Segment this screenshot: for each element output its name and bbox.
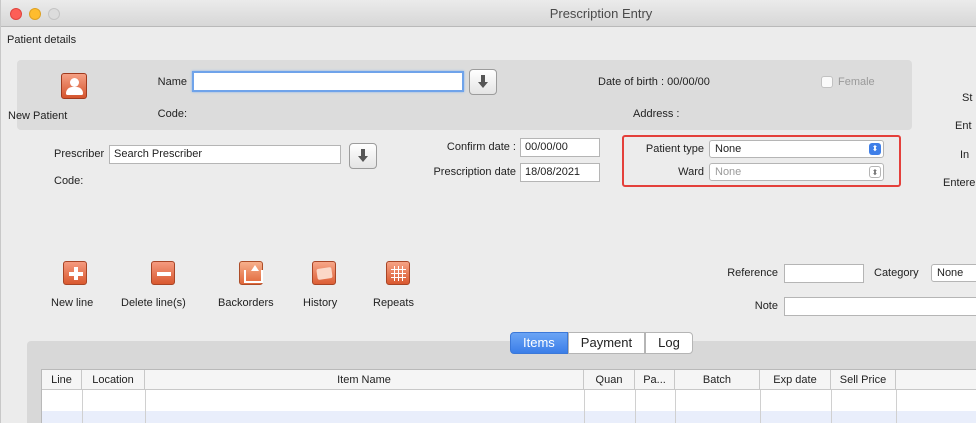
reference-input[interactable]	[784, 264, 864, 283]
patient-type-value: None	[715, 143, 742, 155]
select-arrows-icon: ⬍	[869, 166, 881, 178]
prescription-date-input[interactable]: 18/08/2021	[520, 163, 600, 182]
patient-code-label: Code:	[157, 108, 187, 120]
down-arrow-icon	[478, 75, 488, 89]
patient-search-button[interactable]	[469, 69, 497, 95]
entry-label-fragment: Ent	[955, 120, 972, 132]
prescription-date-label: Prescription date	[433, 166, 516, 178]
column-header-sell-price[interactable]: Sell Price	[831, 370, 896, 390]
address-label: Address :	[633, 108, 680, 120]
note-label: Note	[754, 300, 778, 312]
ward-label: Ward	[678, 166, 704, 178]
female-checkbox[interactable]	[821, 76, 833, 88]
confirm-date-input[interactable]: 00/00/00	[520, 138, 600, 157]
category-label: Category	[874, 267, 919, 279]
repeats-label[interactable]: Repeats	[373, 297, 414, 309]
category-select[interactable]: None	[931, 264, 976, 282]
status-label-fragment: St	[962, 92, 973, 104]
patient-type-label: Patient type	[645, 143, 704, 155]
backorders-icon[interactable]	[239, 261, 263, 285]
backorders-label[interactable]: Backorders	[218, 297, 274, 309]
note-input[interactable]	[784, 297, 976, 316]
tab-items[interactable]: Items	[510, 332, 568, 354]
reference-label: Reference	[727, 267, 778, 279]
confirm-date-label: Confirm date :	[446, 141, 516, 153]
prescriber-code-label: Code:	[54, 175, 84, 187]
tab-log[interactable]: Log	[645, 332, 693, 354]
column-header-exp-date[interactable]: Exp date	[760, 370, 831, 390]
table-row[interactable]	[42, 411, 976, 423]
patient-details-label: Patient details	[7, 34, 77, 46]
prescriber-input[interactable]: Search Prescriber	[109, 145, 341, 164]
prescription-entry-window: Prescription Entry Patient details New P…	[0, 0, 976, 423]
entered-by-label-fragment: Entere	[943, 177, 976, 189]
items-table: Line Location Item Name Quan Pa... Batch…	[41, 369, 976, 423]
column-header-line[interactable]: Line	[42, 370, 82, 390]
patient-type-select[interactable]: None ⬍	[709, 140, 884, 158]
title-bar: Prescription Entry	[1, 0, 976, 27]
patient-name-label: Name	[157, 76, 187, 88]
column-header-quantity[interactable]: Quan	[584, 370, 635, 390]
new-line-icon[interactable]	[63, 261, 87, 285]
new-patient-icon[interactable]	[61, 73, 87, 99]
column-header-location[interactable]: Location	[82, 370, 145, 390]
window-title: Prescription Entry	[549, 6, 653, 21]
column-header-pack[interactable]: Pa...	[635, 370, 675, 390]
new-line-label[interactable]: New line	[51, 297, 93, 309]
history-icon[interactable]	[312, 261, 336, 285]
table-header: Line Location Item Name Quan Pa... Batch…	[42, 370, 976, 390]
delete-lines-label[interactable]: Delete line(s)	[121, 297, 186, 309]
column-header-batch[interactable]: Batch	[675, 370, 760, 390]
category-value: None	[937, 267, 964, 279]
date-of-birth-text: Date of birth : 00/00/00	[598, 76, 710, 88]
female-label: Female	[838, 76, 875, 88]
delete-lines-icon[interactable]	[151, 261, 175, 285]
new-patient-label[interactable]: New Patient	[8, 110, 67, 122]
repeats-icon[interactable]	[386, 261, 410, 285]
down-arrow-icon	[358, 149, 368, 163]
ward-select[interactable]: None ⬍	[709, 163, 884, 181]
prescriber-label: Prescriber	[54, 148, 105, 160]
select-arrows-icon: ⬍	[869, 143, 881, 155]
tab-bar: Items Payment Log	[510, 332, 693, 354]
history-label[interactable]: History	[303, 297, 337, 309]
patient-name-input[interactable]	[192, 71, 464, 92]
prescriber-search-button[interactable]	[349, 143, 377, 169]
tab-payment[interactable]: Payment	[567, 332, 646, 354]
invoice-label-fragment: In	[960, 149, 970, 161]
column-header-item-name[interactable]: Item Name	[145, 370, 584, 390]
ward-value: None	[715, 166, 742, 178]
